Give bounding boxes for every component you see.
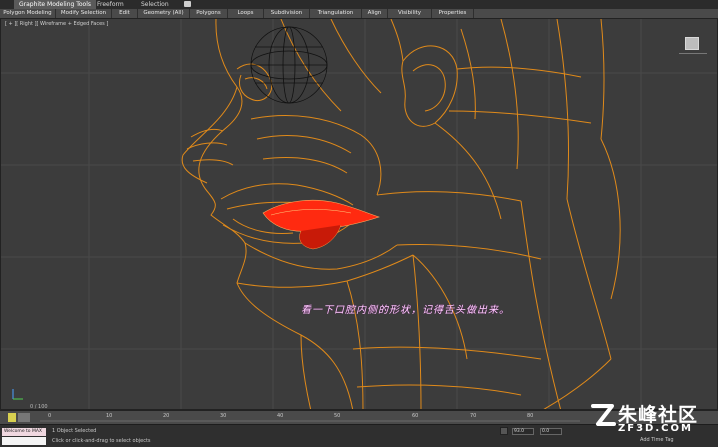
watermark-url: ZF3D.COM <box>618 423 693 434</box>
panel-polygon-modeling[interactable]: Polygon Modeling <box>0 9 56 18</box>
prompt-line: Click or click-and-drag to select object… <box>52 438 151 444</box>
selected-mouth-interior <box>262 199 380 250</box>
right-viewport[interactable]: [ + ][ Right ][ Wireframe + Edged Faces … <box>0 18 718 410</box>
tab-selection[interactable]: Selection <box>136 0 174 9</box>
panel-visibility[interactable]: Visibility <box>388 9 432 18</box>
viewport-label[interactable]: [ + ][ Right ][ Wireframe + Edged Faces … <box>5 21 108 27</box>
viewcube-compass <box>679 53 707 58</box>
panel-edit[interactable]: Edit <box>112 9 138 18</box>
lock-icon[interactable] <box>500 427 508 435</box>
x-coordinate-field[interactable]: 93.0 <box>512 428 534 435</box>
zf-logo-icon <box>591 404 616 426</box>
maxscript-input[interactable] <box>2 437 46 445</box>
panel-modify-selection[interactable]: Modify Selection <box>56 9 112 18</box>
viewcube-icon[interactable] <box>685 37 699 50</box>
panel-loops[interactable]: Loops <box>228 9 264 18</box>
maxscript-listener[interactable]: Welcome to MAX <box>2 428 46 436</box>
axis-gizmo-icon <box>12 389 23 400</box>
panel-triangulation[interactable]: Triangulation <box>310 9 362 18</box>
tutorial-caption: 看一下口腔内侧的形状，记得舌头做出来。 <box>301 305 510 316</box>
panel-properties[interactable]: Properties <box>432 9 474 18</box>
pin-icon[interactable] <box>184 1 191 7</box>
tab-graphite-modeling-tools[interactable]: Graphite Modeling Tools <box>14 0 97 9</box>
panel-geometry-all[interactable]: Geometry (All) <box>138 9 190 18</box>
panel-polygons[interactable]: Polygons <box>190 9 228 18</box>
selection-status: 1 Object Selected <box>52 428 97 434</box>
y-coordinate-field[interactable]: 0.0 <box>540 428 562 435</box>
head-wireframe[interactable] <box>1 19 718 410</box>
site-watermark: 朱峰社区 ZF3D.COM <box>588 398 716 446</box>
tab-freeform[interactable]: Freeform <box>92 0 129 9</box>
panel-align[interactable]: Align <box>362 9 388 18</box>
panel-subdivision[interactable]: Subdivision <box>264 9 310 18</box>
